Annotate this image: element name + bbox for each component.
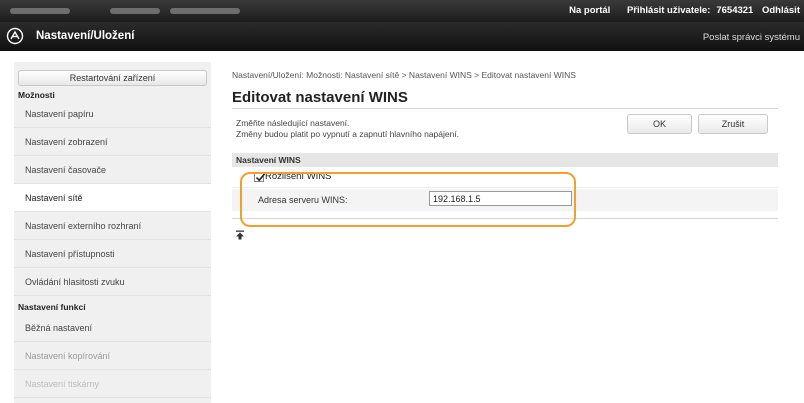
top-links: Na portál Přihlásit uživatele: 7654321 Od… [555, 5, 800, 16]
page-title: Editovat nastavení WINS [232, 89, 408, 106]
sidebar-heading-functions: Nastavení funkcí [18, 302, 86, 312]
section-header-wins: Nastavení WINS [232, 153, 778, 167]
instructions: Změňte následující nastavení. Změny budo… [236, 118, 459, 140]
sidebar-item-accessibility[interactable]: Nastavení přístupnosti [14, 240, 211, 268]
sidebar-item-volume[interactable]: Ovládání hlasitosti zvuku [14, 268, 211, 296]
cancel-button[interactable]: Zrušit [698, 114, 768, 134]
sidebar-item-common[interactable]: Běžná nastavení [14, 314, 211, 342]
sidebar-item-paper[interactable]: Nastavení papíru [14, 100, 211, 128]
sidebar-item-copy[interactable]: Nastavení kopírování [14, 342, 211, 370]
wins-server-label: Adresa serveru WINS: [258, 195, 348, 205]
section-divider [232, 218, 778, 219]
logout-link[interactable]: Odhlásit [762, 5, 800, 16]
wins-server-input[interactable] [429, 191, 572, 206]
instruction-line-1: Změňte následující nastavení. [236, 118, 350, 128]
portal-link[interactable]: Na portál [569, 5, 610, 16]
app-header: Nastavení/Uložení Poslat správci systému [0, 22, 804, 51]
wins-resolution-checkbox[interactable] [254, 172, 266, 182]
page-top-icon[interactable] [235, 230, 245, 240]
title-divider [232, 108, 778, 109]
breadcrumb: Nastavení/Uložení: Možnosti: Nastavení s… [232, 70, 576, 80]
wins-resolution-label: Rozlišení WINS [265, 171, 332, 182]
wins-server-row: Adresa serveru WINS: [232, 189, 778, 211]
ok-button[interactable]: OK [627, 114, 692, 134]
main-content: Nastavení/Uložení: Možnosti: Nastavení s… [232, 62, 804, 403]
top-bar: Na portál Přihlásit uživatele: 7654321 Od… [0, 0, 804, 22]
sidebar-item-timer[interactable]: Nastavení časovače [14, 156, 211, 184]
sidebar-item-printer[interactable]: Nastavení tiskárny [14, 370, 211, 398]
user-id: 7654321 [716, 5, 754, 16]
app-title: Nastavení/Uložení [36, 30, 135, 42]
sidebar-item-external-interface[interactable]: Nastavení externího rozhraní [14, 212, 211, 240]
sidebar-item-network[interactable]: Nastavení sítě [14, 184, 211, 212]
blurred-text [170, 8, 240, 14]
sidebar-item-display[interactable]: Nastavení zobrazení [14, 128, 211, 156]
blurred-text [10, 8, 70, 14]
restart-device-button[interactable]: Restartování zařízení [18, 70, 207, 86]
wins-resolution-row: Rozlišení WINS [232, 167, 778, 188]
login-label: Přihlásit uživatele: [626, 5, 711, 16]
blurred-text [110, 8, 160, 14]
sidebar: Restartování zařízení Možnosti Nastavení… [14, 62, 211, 403]
send-to-admin-link[interactable]: Poslat správci systému [703, 32, 800, 43]
instruction-line-2: Změny budou platit po vypnutí a zapnutí … [236, 129, 460, 139]
settings-logo-icon [6, 27, 24, 45]
sidebar-heading-options: Možnosti [18, 90, 55, 100]
